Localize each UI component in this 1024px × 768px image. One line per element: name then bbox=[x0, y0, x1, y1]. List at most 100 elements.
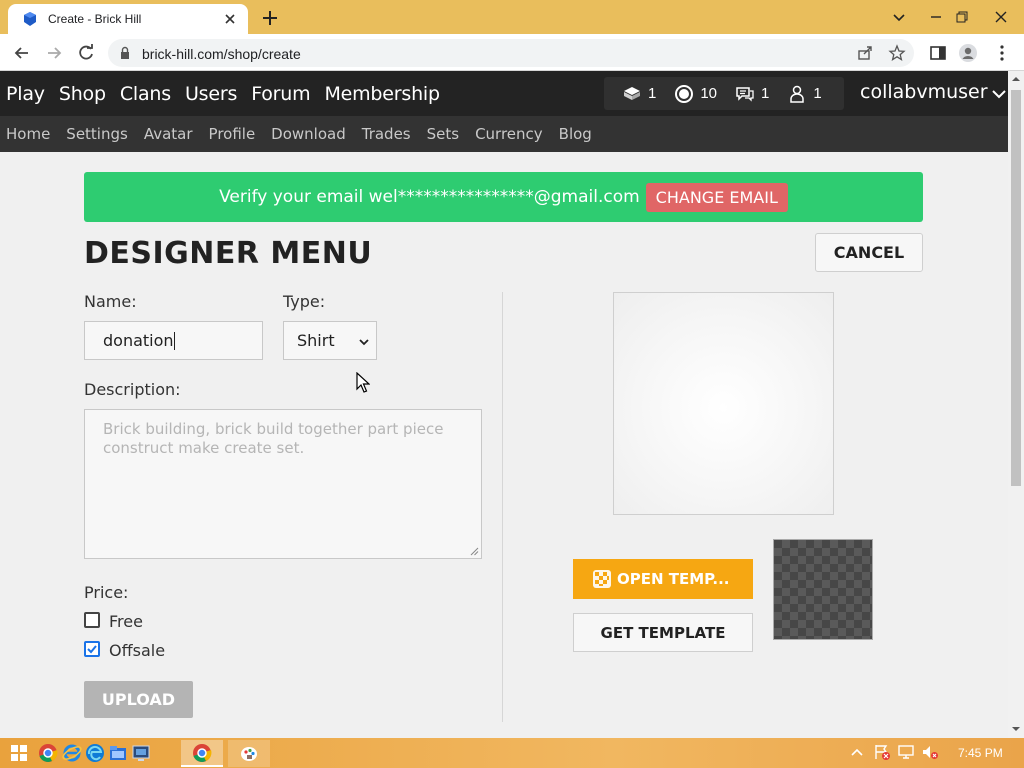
tab-search-chevron-icon[interactable] bbox=[888, 6, 910, 28]
subnav-home[interactable]: Home bbox=[6, 125, 50, 143]
speaker-muted-icon[interactable] bbox=[921, 743, 939, 761]
offsale-checkbox[interactable] bbox=[84, 641, 100, 657]
window-close-icon[interactable] bbox=[990, 6, 1012, 28]
offsale-label: Offsale bbox=[109, 641, 166, 660]
subnav-profile[interactable]: Profile bbox=[209, 125, 256, 143]
tray-chevron-up-icon[interactable] bbox=[848, 744, 866, 762]
open-template-label: OPEN TEMP... bbox=[617, 570, 730, 588]
site-header: Play Shop Clans Users Forum Membership 1… bbox=[0, 71, 1008, 116]
free-checkbox[interactable] bbox=[84, 612, 100, 628]
text-caret bbox=[173, 331, 175, 350]
taskbar-app-window[interactable] bbox=[228, 740, 270, 767]
flag-error-icon[interactable] bbox=[873, 743, 891, 761]
subnav-settings[interactable]: Settings bbox=[66, 125, 128, 143]
reload-icon[interactable] bbox=[76, 43, 96, 63]
browser-tab[interactable]: Create - Brick Hill bbox=[8, 4, 248, 34]
share-icon[interactable] bbox=[856, 44, 874, 62]
nav-forum[interactable]: Forum bbox=[251, 83, 310, 105]
item-preview bbox=[613, 292, 834, 515]
friends-stat[interactable]: 1 bbox=[787, 84, 822, 104]
username-menu[interactable]: collabvmuser bbox=[860, 81, 988, 103]
user-stats-bar: 1 10 1 1 bbox=[604, 77, 844, 110]
column-divider bbox=[502, 292, 503, 722]
minimize-icon[interactable] bbox=[925, 6, 947, 28]
forward-arrow-icon[interactable] bbox=[44, 43, 64, 63]
verify-email-message: Verify your email wel****************@gm… bbox=[219, 187, 640, 207]
open-template-button[interactable]: OPEN TEMP... bbox=[573, 559, 753, 599]
windows-taskbar: 7:45 PM bbox=[0, 738, 1024, 768]
paint-app-icon bbox=[238, 742, 260, 764]
type-label: Type: bbox=[283, 292, 326, 311]
windows-start-icon[interactable] bbox=[8, 742, 30, 764]
side-panel-icon[interactable] bbox=[928, 43, 948, 63]
bricks-count: 1 bbox=[648, 85, 657, 102]
new-tab-plus-icon[interactable] bbox=[260, 8, 280, 28]
bits-stat[interactable]: 10 bbox=[674, 84, 717, 104]
messages-count: 1 bbox=[761, 85, 770, 102]
network-icon[interactable] bbox=[897, 743, 915, 761]
description-textarea[interactable]: Brick building, brick build together par… bbox=[84, 409, 482, 559]
brick-currency-icon bbox=[622, 84, 642, 104]
name-input[interactable]: donation bbox=[84, 321, 263, 360]
scrollbar-thumb[interactable] bbox=[1011, 90, 1021, 486]
name-input-value: donation bbox=[103, 331, 174, 350]
scroll-up-arrow-icon[interactable] bbox=[1011, 74, 1021, 84]
description-label: Description: bbox=[84, 380, 181, 399]
subnav-avatar[interactable]: Avatar bbox=[144, 125, 193, 143]
taskbar-clock[interactable]: 7:45 PM bbox=[958, 746, 1003, 760]
free-label: Free bbox=[109, 612, 143, 631]
url-text: brick-hill.com/shop/create bbox=[142, 46, 301, 62]
brick-hill-favicon-icon bbox=[22, 11, 38, 27]
page-title: DESIGNER MENU bbox=[84, 236, 373, 271]
friends-count: 1 bbox=[813, 85, 822, 102]
chrome-window-icon bbox=[191, 742, 213, 764]
restore-icon[interactable] bbox=[951, 6, 973, 28]
type-select[interactable]: Shirt bbox=[283, 321, 377, 360]
cancel-button[interactable]: CANCEL bbox=[815, 233, 923, 272]
browser-toolbar: brick-hill.com/shop/create bbox=[0, 34, 1024, 71]
verify-email-banner: Verify your email wel****************@gm… bbox=[84, 172, 923, 222]
lock-icon[interactable] bbox=[118, 46, 132, 60]
bits-currency-icon bbox=[674, 84, 694, 104]
nav-clans[interactable]: Clans bbox=[120, 83, 171, 105]
description-placeholder: Brick building, brick build together par… bbox=[103, 420, 444, 457]
taskbar-chrome-active[interactable] bbox=[181, 740, 223, 767]
name-label: Name: bbox=[84, 292, 137, 311]
nav-membership[interactable]: Membership bbox=[324, 83, 440, 105]
subnav-download[interactable]: Download bbox=[271, 125, 346, 143]
nav-users[interactable]: Users bbox=[185, 83, 237, 105]
internet-explorer-icon[interactable] bbox=[61, 742, 83, 764]
bricks-stat[interactable]: 1 bbox=[622, 84, 656, 104]
subnav-sets[interactable]: Sets bbox=[427, 125, 459, 143]
upload-button[interactable]: UPLOAD bbox=[84, 681, 193, 718]
get-template-button[interactable]: GET TEMPLATE bbox=[573, 613, 753, 652]
chevron-down-icon[interactable] bbox=[990, 85, 1008, 103]
mouse-cursor-icon bbox=[356, 372, 370, 394]
template-texture-preview bbox=[773, 539, 873, 640]
chrome-taskbar-icon[interactable] bbox=[37, 742, 59, 764]
back-arrow-icon[interactable] bbox=[12, 43, 32, 63]
tab-title: Create - Brick Hill bbox=[48, 12, 142, 26]
browser-tab-strip: Create - Brick Hill bbox=[0, 0, 1024, 34]
bookmark-star-icon[interactable] bbox=[888, 44, 906, 62]
messages-icon bbox=[735, 84, 755, 104]
nav-shop[interactable]: Shop bbox=[59, 83, 106, 105]
subnav-blog[interactable]: Blog bbox=[559, 125, 592, 143]
nav-play[interactable]: Play bbox=[6, 83, 45, 105]
tab-close-icon[interactable] bbox=[222, 11, 238, 27]
browser-menu-icon[interactable] bbox=[992, 43, 1012, 63]
price-label: Price: bbox=[84, 583, 129, 602]
subnav-currency[interactable]: Currency bbox=[475, 125, 543, 143]
bits-count: 10 bbox=[700, 85, 718, 102]
resize-grip-icon[interactable] bbox=[470, 547, 479, 556]
messages-stat[interactable]: 1 bbox=[735, 84, 769, 104]
scroll-down-arrow-icon[interactable] bbox=[1011, 724, 1021, 734]
address-bar[interactable]: brick-hill.com/shop/create bbox=[108, 39, 914, 67]
file-explorer-icon[interactable] bbox=[107, 742, 129, 764]
subnav-trades[interactable]: Trades bbox=[362, 125, 411, 143]
edge-icon[interactable] bbox=[84, 742, 106, 764]
checkerboard-icon bbox=[593, 570, 611, 588]
network-monitor-icon[interactable] bbox=[130, 742, 152, 764]
profile-avatar-icon[interactable] bbox=[958, 43, 978, 63]
change-email-button[interactable]: CHANGE EMAIL bbox=[645, 182, 788, 212]
